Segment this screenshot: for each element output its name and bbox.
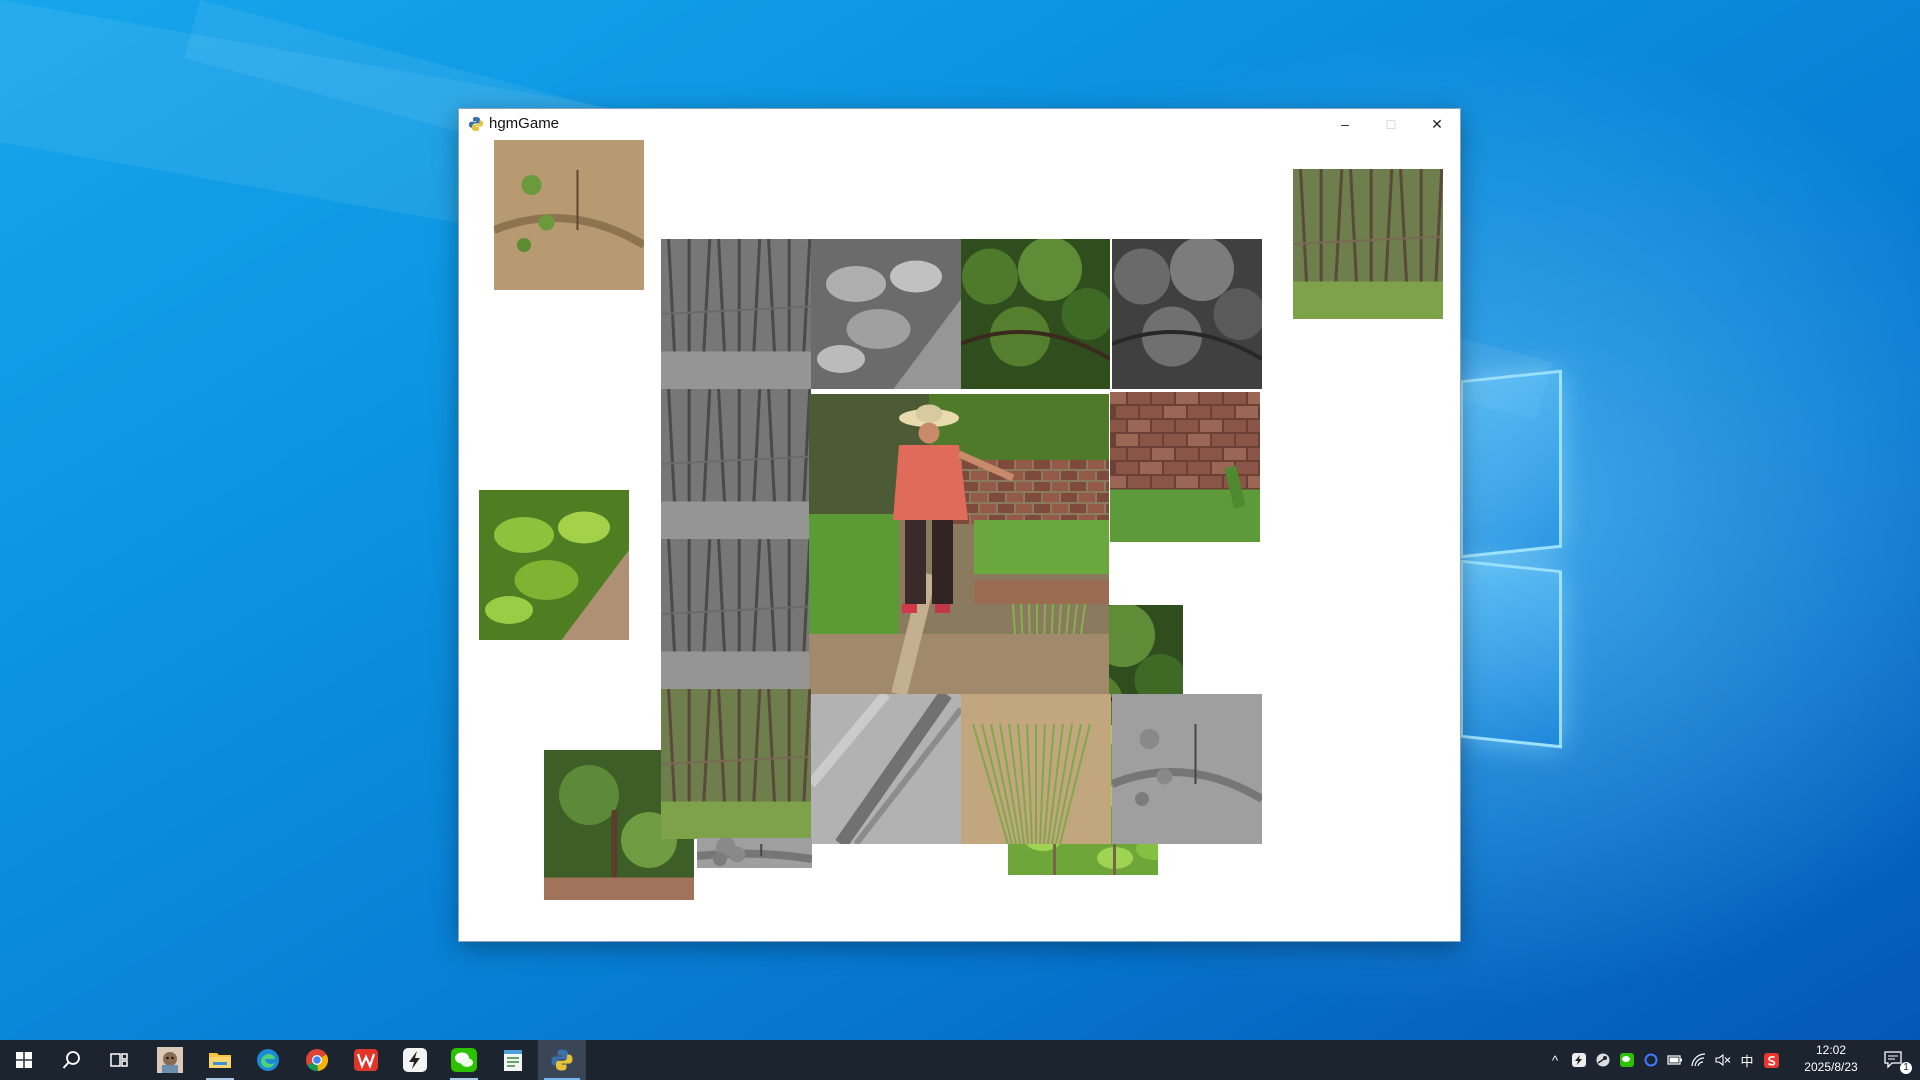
window-title: hgmGame [489, 115, 560, 132]
taskbar: ^ 中 12:02 2025/8/23 1 [0, 1040, 1920, 1080]
task-view-button[interactable] [96, 1040, 144, 1080]
tile-bamboo-stakes[interactable] [1293, 169, 1443, 319]
game-canvas[interactable] [459, 139, 1460, 941]
tile-bean-leaves[interactable] [479, 490, 629, 640]
chrome-icon [306, 1049, 329, 1072]
tray-network[interactable] [1690, 1050, 1708, 1070]
tile-image [1110, 392, 1260, 542]
tray-input-method[interactable]: 中 [1738, 1050, 1756, 1070]
tray-sogou[interactable] [1762, 1050, 1780, 1070]
tile-image [960, 239, 1110, 389]
close-icon: ✕ [1431, 115, 1443, 132]
search-icon [62, 1051, 80, 1069]
tile-image [479, 490, 629, 640]
tile-image [1112, 239, 1262, 389]
ime-indicator: 中 [1740, 1053, 1754, 1069]
minimize-icon: – [1341, 116, 1349, 132]
wps-icon [354, 1049, 378, 1071]
task-view-icon [110, 1053, 128, 1067]
tray-app-bolt[interactable] [1570, 1050, 1588, 1070]
tray-volume[interactable] [1714, 1050, 1732, 1070]
dog-avatar-icon [157, 1047, 183, 1073]
python-snake-icon [469, 117, 483, 131]
taskbar-app-notepad[interactable] [489, 1040, 537, 1080]
tile-image [1293, 169, 1443, 319]
taskbar-app-avatar[interactable] [146, 1040, 194, 1080]
tile-grid-tree-top[interactable] [960, 239, 1110, 389]
maximize-icon: □ [1386, 116, 1396, 132]
search-button[interactable] [48, 1040, 96, 1080]
edge-icon [257, 1049, 279, 1071]
tray-circle-app[interactable] [1642, 1050, 1660, 1070]
tray-overflow-chevron[interactable]: ^ [1546, 1050, 1564, 1070]
start-button[interactable] [0, 1040, 48, 1080]
lightning-icon [1572, 1053, 1586, 1067]
minimize-button[interactable]: – [1322, 109, 1368, 139]
tile-image [697, 838, 812, 868]
tile-image [661, 389, 811, 539]
tray-wechat[interactable] [1618, 1050, 1636, 1070]
tile-soil-seedlings[interactable] [494, 140, 644, 290]
tile-grid-small-gray[interactable] [697, 838, 812, 868]
maximize-button[interactable]: □ [1368, 109, 1414, 139]
tile-grid-vines[interactable] [661, 389, 811, 539]
wechat-icon [451, 1048, 477, 1072]
ring-icon [1644, 1053, 1658, 1067]
title-bar[interactable]: hgmGame – □ ✕ [459, 109, 1460, 139]
notification-count-badge: 1 [1900, 1062, 1912, 1074]
tile-grid-trellis[interactable] [661, 539, 811, 689]
notification-center-button[interactable]: 1 [1874, 1040, 1914, 1080]
clock-time: 12:02 [1815, 1043, 1847, 1057]
close-button[interactable]: ✕ [1414, 109, 1460, 139]
clock-date: 2025/8/23 [1804, 1060, 1858, 1074]
taskbar-app-bolt[interactable] [391, 1040, 439, 1080]
tile-grid-furrow-gray[interactable] [811, 694, 961, 844]
tile-image [661, 539, 811, 689]
chevron-up-icon: ^ [1551, 1052, 1559, 1068]
tile-image [494, 140, 644, 290]
taskbar-app-wps[interactable] [342, 1040, 390, 1080]
notepad-icon [504, 1050, 522, 1071]
tray-steam[interactable] [1594, 1050, 1612, 1070]
tile-image [1112, 694, 1262, 844]
tile-image [961, 694, 1111, 844]
tile-image [811, 239, 961, 389]
volume-muted-icon [1715, 1053, 1731, 1067]
lightning-icon [403, 1048, 427, 1072]
steam-icon [1596, 1053, 1610, 1067]
folder-icon [209, 1053, 231, 1068]
battery-icon [1667, 1055, 1682, 1065]
tile-grid-leaves-gray[interactable] [811, 239, 961, 389]
wechat-icon [1620, 1053, 1634, 1067]
python-snake-icon [551, 1049, 573, 1071]
tile-grid-center-person[interactable] [809, 394, 1109, 694]
sogou-icon [1763, 1052, 1779, 1068]
taskbar-app-chrome[interactable] [293, 1040, 341, 1080]
taskbar-app-python-game[interactable] [538, 1040, 586, 1080]
game-window: hgmGame – □ ✕ [459, 109, 1460, 941]
windows-start-icon [16, 1052, 32, 1068]
tile-image [661, 239, 811, 389]
tile-grid-brick-wall[interactable] [1110, 392, 1260, 542]
tile-grid-onions[interactable] [961, 694, 1111, 844]
tile-grid-stakes[interactable] [661, 239, 811, 389]
wifi-icon [1691, 1053, 1706, 1067]
taskbar-clock[interactable]: 12:02 2025/8/23 [1788, 1042, 1874, 1078]
tile-image [811, 694, 961, 844]
taskbar-app-wechat[interactable] [440, 1040, 488, 1080]
desktop-wallpaper: hgmGame – □ ✕ [0, 0, 1920, 1040]
taskbar-app-file-explorer[interactable] [196, 1040, 244, 1080]
tray-battery[interactable] [1666, 1050, 1684, 1070]
tile-image [661, 689, 811, 839]
taskbar-app-edge[interactable] [244, 1040, 292, 1080]
tile-grid-tree-right[interactable] [1112, 239, 1262, 389]
tile-image [809, 394, 1109, 694]
tile-grid-trellis-low[interactable] [661, 689, 811, 839]
tile-grid-soil-gray[interactable] [1112, 694, 1262, 844]
